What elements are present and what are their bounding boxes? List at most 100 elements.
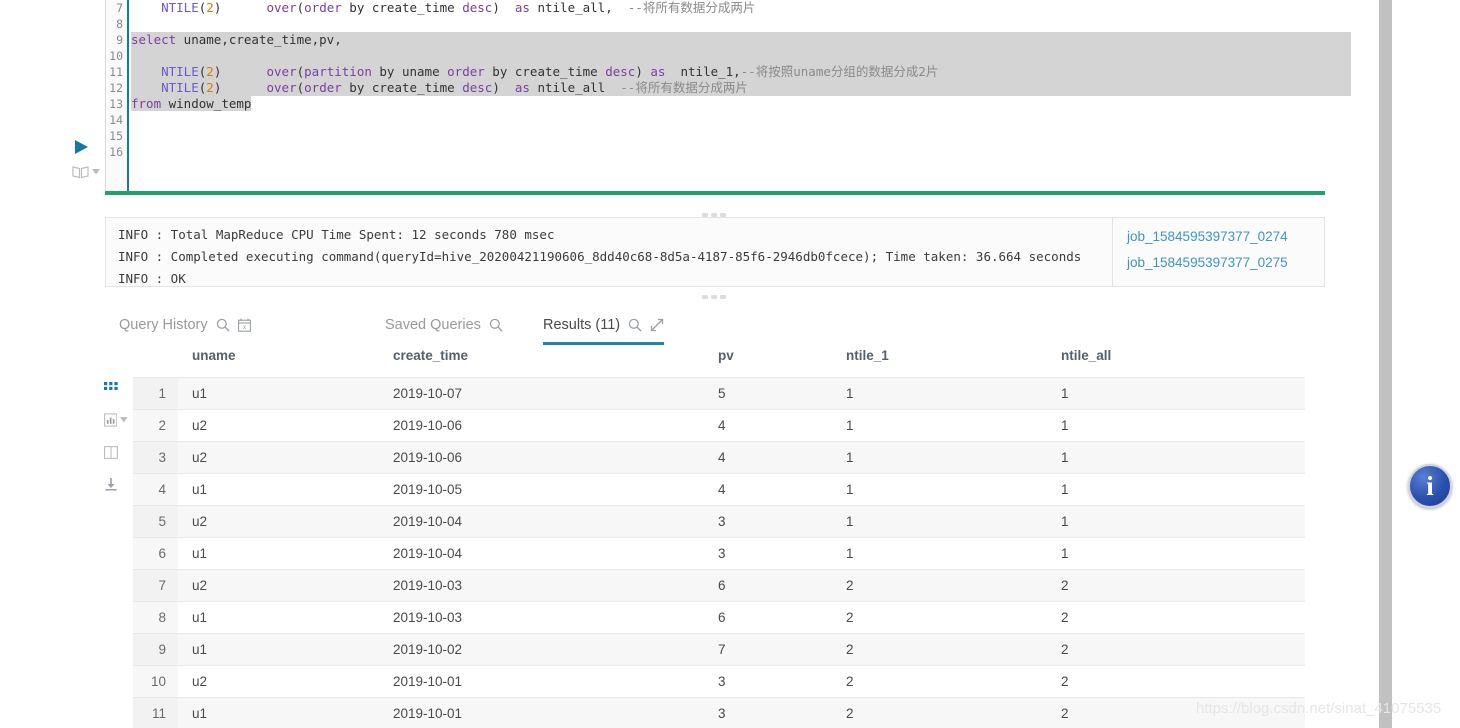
cell-uname: u1 [178, 473, 393, 506]
search-icon[interactable] [489, 318, 503, 332]
cell-uname: u2 [178, 409, 393, 442]
code-token: NTILE [161, 80, 199, 95]
tab-query[interactable]: Query History x [119, 306, 251, 344]
cell-uname: u1 [178, 377, 393, 410]
columns-view-icon[interactable] [104, 436, 128, 468]
cell-uname: u2 [178, 665, 393, 698]
table-row[interactable]: 1 u1 2019-10-07 5 1 1 [133, 377, 1305, 410]
code-line[interactable]: NTILE(2) over(order by create_time desc)… [131, 80, 1351, 96]
hive-query-editor-page: 7 8 9 10 11 12 13 14 15 16 NTILE(2) over(order by… [0, 0, 1460, 728]
download-icon[interactable] [104, 468, 128, 500]
code-token: --将所有数据分成两片 [627, 0, 756, 15]
cell-ntile_all: 1 [1061, 505, 1305, 538]
query-log-panel: INFO : Total MapReduce CPU Time Spent: 1… [105, 217, 1325, 287]
code-token: --将所有数据分成两片 [620, 80, 748, 95]
job-link[interactable]: job_1584595397377_0275 [1127, 250, 1324, 276]
code-token: ntile_all, [529, 0, 628, 15]
line-number: 14 [109, 113, 123, 127]
chart-view-icon[interactable] [104, 404, 128, 436]
cell-ntile_all: 2 [1061, 633, 1305, 666]
database-browser-button[interactable] [72, 164, 102, 180]
line-number: 15 [109, 129, 123, 143]
cell-create_time: 2019-10-01 [393, 697, 718, 728]
code-token: over [266, 80, 297, 95]
sql-editor[interactable]: 7 8 9 10 11 12 13 14 15 16 NTILE(2) over(order by… [105, 0, 1351, 192]
code-token: ( [296, 0, 305, 15]
info-button[interactable]: i [1408, 464, 1452, 508]
column-header[interactable]: create_time [393, 348, 718, 378]
code-line[interactable] [131, 128, 1325, 144]
row-index: 1 [133, 377, 178, 410]
code-token: as [514, 80, 530, 95]
cell-ntile_all: 1 [1061, 537, 1305, 570]
table-row[interactable]: 3 u2 2019-10-06 4 1 1 [133, 441, 1305, 474]
line-number: 12 [109, 81, 123, 95]
cell-ntile_1: 1 [846, 377, 1061, 410]
column-header[interactable]: ntile_all [1061, 348, 1305, 378]
search-icon[interactable] [216, 318, 230, 332]
chevron-down-icon [120, 417, 128, 423]
tab-label: Results (11) [543, 317, 621, 333]
table-row[interactable]: 6 u1 2019-10-04 3 1 1 [133, 537, 1305, 570]
cell-ntile_all: 1 [1061, 473, 1305, 506]
table-row[interactable]: 11 u1 2019-10-01 3 2 2 [133, 697, 1305, 728]
code-line[interactable] [131, 16, 1325, 32]
cell-create_time: 2019-10-01 [393, 665, 718, 698]
results-table-wrapper: uname create_time pv ntile_1 ntile_all 1 u1 20… [133, 348, 1305, 728]
table-row[interactable]: 5 u2 2019-10-04 3 1 1 [133, 505, 1305, 538]
column-header[interactable] [133, 348, 178, 378]
book-icon [72, 166, 89, 179]
row-index: 10 [133, 665, 178, 698]
search-icon[interactable] [628, 318, 642, 332]
tab-saved[interactable]: Saved Queries [385, 306, 503, 344]
column-header[interactable]: uname [178, 348, 393, 378]
cell-ntile_1: 1 [846, 537, 1061, 570]
page-scrollbar-thumb[interactable] [1379, 0, 1392, 728]
code-line[interactable]: NTILE(2) over(order by create_time desc)… [131, 0, 1325, 16]
row-index: 5 [133, 505, 178, 538]
code-line[interactable]: from window_temp [131, 96, 1325, 112]
editor-gutter: 7 8 9 10 11 12 13 14 15 16 [106, 0, 129, 192]
code-line[interactable] [131, 144, 1325, 160]
code-token: from [131, 96, 162, 111]
cell-ntile_all: 2 [1061, 665, 1305, 698]
code-token: desc [462, 80, 493, 95]
table-row[interactable]: 2 u2 2019-10-06 4 1 1 [133, 409, 1305, 442]
play-icon [75, 140, 88, 154]
expand-icon[interactable] [650, 318, 664, 332]
code-token: ) [492, 80, 515, 95]
column-header[interactable]: ntile_1 [846, 348, 1061, 378]
grid-view-icon[interactable] [104, 372, 128, 404]
table-row[interactable]: 8 u1 2019-10-03 6 2 2 [133, 601, 1305, 634]
job-link[interactable]: job_1584595397377_0274 [1127, 224, 1324, 250]
line-number: 11 [109, 65, 123, 79]
cell-pv: 3 [718, 665, 846, 698]
table-row[interactable]: 10 u2 2019-10-01 3 2 2 [133, 665, 1305, 698]
code-line[interactable] [131, 112, 1325, 128]
run-query-button[interactable] [72, 138, 90, 156]
code-token: by create_time [341, 80, 463, 95]
code-token: select [131, 32, 177, 47]
code-token: NTILE [161, 64, 199, 79]
calendar-icon[interactable]: x [237, 318, 251, 332]
code-line[interactable]: NTILE(2) over(partition by uname order b… [131, 64, 1351, 80]
editor-code-area[interactable]: NTILE(2) over(order by create_time desc)… [131, 0, 1351, 192]
column-header[interactable]: pv [718, 348, 846, 378]
svg-text:x: x [243, 325, 246, 331]
cell-ntile_1: 2 [846, 633, 1061, 666]
table-row[interactable]: 7 u2 2019-10-03 6 2 2 [133, 569, 1305, 602]
code-line[interactable] [131, 48, 1351, 64]
code-line[interactable]: select uname,create_time,pv, [131, 32, 1351, 48]
line-number: 7 [116, 1, 123, 15]
cell-uname: u2 [178, 569, 393, 602]
log-resize-handle[interactable] [702, 295, 728, 299]
table-row[interactable]: 9 u1 2019-10-02 7 2 2 [133, 633, 1305, 666]
tab-results[interactable]: Results (11) [543, 306, 665, 345]
code-token: by create_time [341, 0, 463, 15]
watermark: https://blog.csdn.net/sinat_41075535 [1196, 700, 1442, 717]
cell-create_time: 2019-10-06 [393, 409, 718, 442]
table-row[interactable]: 4 u1 2019-10-05 4 1 1 [133, 473, 1305, 506]
